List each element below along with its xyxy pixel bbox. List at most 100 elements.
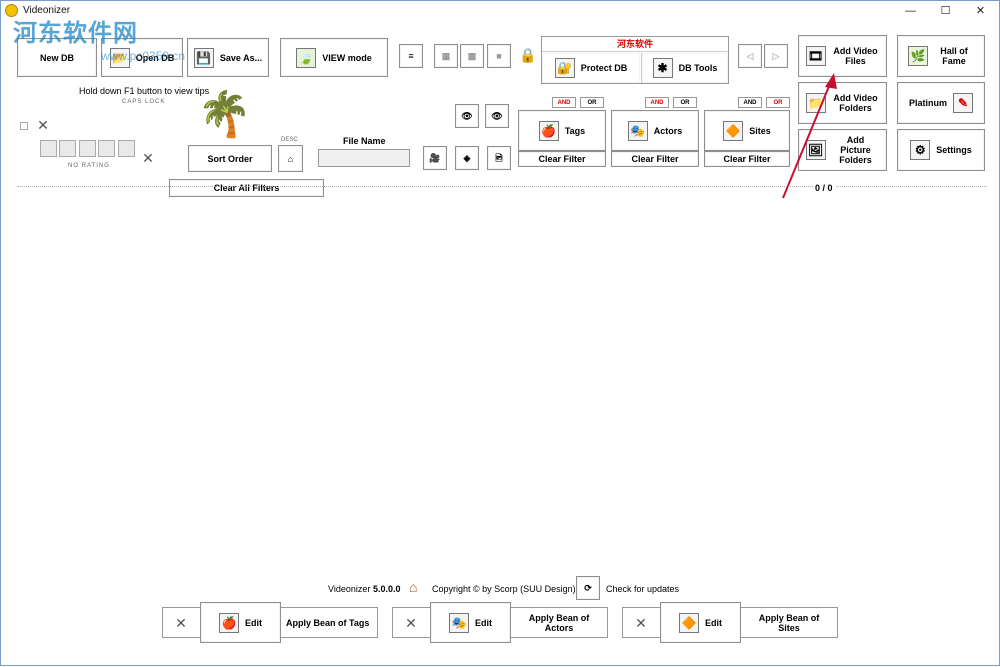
footer-app-name: Videonizer [328,584,371,594]
sort-direction-icon[interactable]: ⌂ [278,145,303,172]
add-picture-folders-label: Add Picture Folders [839,135,872,165]
sites-and-toggle[interactable]: AND [738,97,762,108]
actor-icon: 🎭 [627,120,648,141]
edit-bean-tags-button[interactable]: 🍎 Edit [200,602,281,643]
sites-filter-button[interactable]: 🔶 Sites [704,110,790,151]
sort-direction-label: DESC [281,137,298,143]
no-rating-label: NO RATING [68,163,110,169]
actors-or-toggle[interactable]: OR [673,97,697,108]
add-video-files-button[interactable]: 🎞 Add Video Files [798,35,887,77]
results-area[interactable] [17,199,987,569]
view-mode-button[interactable]: 🍃 VIEW mode [280,38,388,77]
apply-bean-sites-button[interactable]: Apply Bean of Sites [751,613,827,633]
eye-green-filter-icon[interactable]: 👁 [485,104,509,128]
db-tools-button[interactable]: ✱ DB Tools [641,53,728,83]
lock-icon[interactable]: 🔒 [519,47,536,64]
film-icon[interactable]: ◈ [455,146,479,170]
title-bar: Videonizer — ☐ ✕ [1,1,999,21]
tag-icon: 🍎 [538,120,559,141]
actors-clear-filter-button[interactable]: Clear Filter [611,151,699,167]
photo-icon[interactable]: 🖻 [487,146,511,170]
rating-star-5[interactable] [118,140,135,157]
clear-rating-icon[interactable]: ✕ [141,150,155,167]
save-as-label: Save As... [219,52,263,63]
tags-or-toggle[interactable]: OR [580,97,604,108]
site-icon: 🔶 [679,612,699,633]
tags-clear-filter-button[interactable]: Clear Filter [518,151,606,167]
tags-label: Tags [564,125,586,136]
add-picture-folders-button[interactable]: 🖼 Add Picture Folders [798,129,887,171]
minimize-button[interactable]: — [894,1,927,21]
actor-icon: 🎭 [449,612,469,633]
footer-copyright: Copyright © by Scorp (SUU Design) [432,584,576,594]
clear-bean-sites-icon[interactable]: ✕ [633,615,649,632]
db-group-header: 河东软件 [542,37,728,52]
picture-folder-icon: 🖼 [805,140,826,160]
rating-star-3[interactable] [79,140,96,157]
rating-star-2[interactable] [59,140,76,157]
file-name-field[interactable] [318,149,410,167]
settings-button[interactable]: ⚙ Settings [897,129,985,171]
previous-icon[interactable]: ◁ [738,44,762,68]
video-folder-icon: 📁 [805,93,826,113]
edit-bean-actors-label: Edit [475,617,492,628]
edit-bean-actors-button[interactable]: 🎭 Edit [430,602,511,643]
sites-or-toggle[interactable]: OR [766,97,790,108]
add-video-folders-button[interactable]: 📁 Add Video Folders [798,82,887,124]
protect-db-button[interactable]: 🔐 Protect DB [542,53,640,83]
next-icon[interactable]: ▷ [764,44,788,68]
edit-bean-sites-button[interactable]: 🔶 Edit [660,602,741,643]
grid-large-icon[interactable]: ■ [487,44,511,68]
actors-clear-filter-label: Clear Filter [631,154,679,164]
apply-bean-tags-button[interactable]: Apply Bean of Tags [286,618,369,628]
new-db-label: New DB [39,52,74,63]
disk-icon: 💾 [193,47,214,68]
rating-star-1[interactable] [40,140,57,157]
site-icon: 🔶 [723,120,744,141]
close-button[interactable]: ✕ [964,1,997,21]
clear-bean-tags-icon[interactable]: ✕ [173,615,189,632]
db-tools-label: DB Tools [678,63,718,73]
rating-star-4[interactable] [98,140,115,157]
tags-clear-filter-label: Clear Filter [538,154,586,164]
grid-small-icon[interactable]: ▦ [434,44,458,68]
actors-label: Actors [653,125,683,136]
list-view-icon[interactable]: ≡ [399,44,423,68]
clear-bean-actors-icon[interactable]: ✕ [403,615,419,632]
platinum-button[interactable]: Platinum ✎ [897,82,985,124]
view-mode-label: VIEW mode [322,52,372,63]
actors-filter-button[interactable]: 🎭 Actors [611,110,699,151]
home-icon[interactable]: ⌂ [409,579,417,595]
padlock-icon: 🔐 [554,58,575,78]
platinum-label: Platinum [908,98,947,108]
check-updates-link[interactable]: Check for updates [606,584,679,594]
palm-tree-icon: 🌴 [197,90,252,139]
hall-of-fame-button[interactable]: 🌿 Hall of Fame [897,35,985,77]
add-video-folders-label: Add Video Folders [833,93,878,113]
update-icon[interactable]: ⟳ [576,576,600,600]
grid-medium-icon[interactable]: ▦ [460,44,484,68]
sites-label: Sites [749,125,771,136]
leaf-icon: 🍃 [296,47,317,68]
actors-and-toggle[interactable]: AND [645,97,669,108]
apply-bean-actors-button[interactable]: Apply Bean of Actors [521,613,597,633]
results-divider [17,186,987,187]
select-checkbox[interactable] [20,122,28,130]
app-window: Videonizer — ☐ ✕ New DB 📂 Open DB 💾 Save A… [0,0,1000,666]
tags-and-toggle[interactable]: AND [552,97,576,108]
save-as-button[interactable]: 💾 Save As... [187,38,269,77]
tools-icon: ✱ [652,58,673,78]
watermark-url: www.pc0359.cn [101,49,186,63]
sites-clear-filter-button[interactable]: Clear Filter [704,151,790,167]
sort-order-button[interactable]: Sort Order [188,145,272,172]
maximize-button[interactable]: ☐ [929,1,962,21]
file-name-label: File Name [343,136,386,146]
footer-version: 5.0.0.0 [373,584,401,594]
tags-filter-button[interactable]: 🍎 Tags [518,110,606,151]
clear-all-filters-button[interactable]: Clear All Filters [169,179,324,197]
results-count: 0 / 0 [813,183,835,193]
laurel-icon: 🌿 [908,46,928,66]
clear-selection-icon[interactable]: ✕ [36,117,50,134]
camcorder-icon[interactable]: 🎥 [423,146,447,170]
eye-filter-icon[interactable]: 👁 [455,104,479,128]
